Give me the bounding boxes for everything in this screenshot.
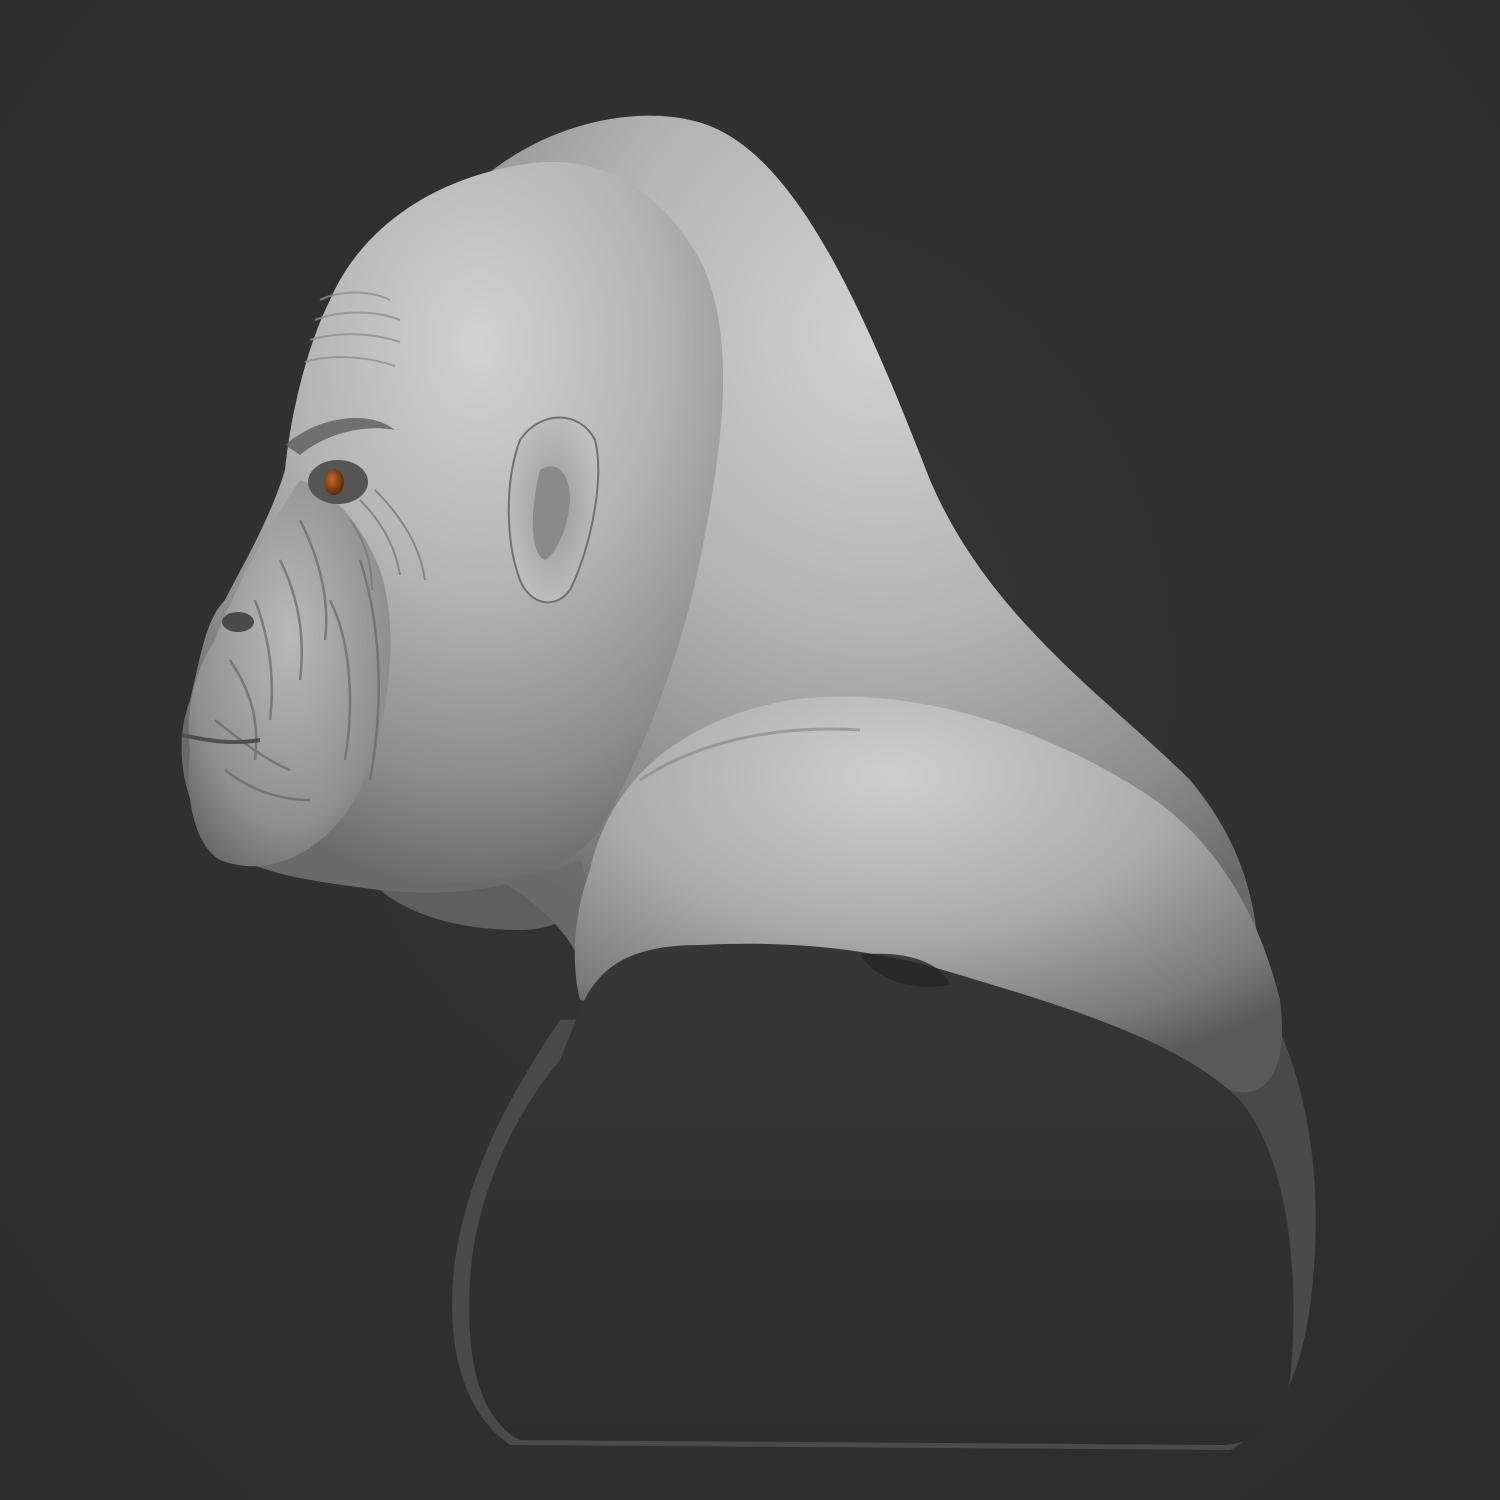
gorilla-bust-render xyxy=(181,115,1316,1450)
eye-iris xyxy=(324,469,344,495)
sculpt-viewport[interactable] xyxy=(0,0,1500,1500)
nostril xyxy=(222,612,254,632)
